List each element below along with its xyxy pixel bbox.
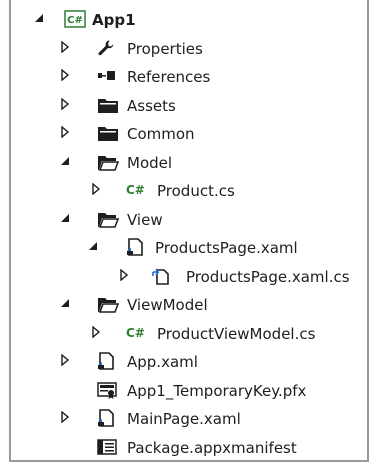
collapsed-arrow-icon[interactable] bbox=[90, 325, 104, 340]
tree-item-assets[interactable]: Assets bbox=[0, 92, 371, 121]
expanded-arrow-icon[interactable] bbox=[87, 240, 101, 254]
item-label: References bbox=[127, 68, 211, 86]
item-label: ProductViewModel.cs bbox=[157, 324, 316, 343]
tree-item-model[interactable]: Model bbox=[0, 149, 371, 178]
tree-item-productviewmodel-cs[interactable]: C# ProductViewModel.cs bbox=[0, 320, 371, 349]
folder-icon bbox=[97, 124, 119, 142]
item-label: Model bbox=[127, 153, 173, 172]
collapsed-arrow-icon[interactable] bbox=[59, 411, 73, 425]
expanded-arrow-icon[interactable] bbox=[33, 12, 47, 26]
tree-item-productspage-xaml-cs[interactable]: ProductsPage.xaml.cs bbox=[0, 263, 371, 292]
tree-item-productspage-xaml[interactable]: ProductsPage.xaml bbox=[0, 234, 371, 263]
expanded-arrow-icon[interactable] bbox=[59, 297, 73, 311]
collapsed-arrow-icon[interactable] bbox=[90, 183, 104, 197]
collapsed-arrow-icon[interactable] bbox=[59, 69, 73, 83]
tree-item-app1[interactable]: C# App1 bbox=[0, 6, 371, 35]
item-label: MainPage.xaml bbox=[127, 410, 241, 428]
item-label: Package.appxmanifest bbox=[127, 438, 297, 457]
solution-tree: C# App1 Properties References Assets Com… bbox=[0, 6, 371, 462]
collapsed-arrow-icon[interactable] bbox=[59, 97, 73, 112]
collapsed-arrow-icon[interactable] bbox=[118, 268, 132, 283]
svg-text:C#: C# bbox=[67, 15, 83, 26]
tree-item-package-appxmanifest[interactable]: Package.appxmanifest bbox=[0, 434, 371, 463]
tree-item-product-cs[interactable]: C# Product.cs bbox=[0, 177, 371, 206]
references-icon bbox=[97, 67, 115, 85]
xaml-file-icon bbox=[97, 409, 115, 427]
tree-item-common[interactable]: Common bbox=[0, 120, 371, 149]
item-label: ProductsPage.xaml bbox=[155, 239, 298, 257]
tree-item-app-xaml[interactable]: App.xaml bbox=[0, 348, 371, 377]
xaml-file-icon bbox=[97, 352, 115, 370]
folder-icon bbox=[97, 96, 119, 114]
item-label: Properties bbox=[127, 39, 203, 58]
tree-item-properties[interactable]: Properties bbox=[0, 35, 371, 64]
certificate-icon bbox=[97, 381, 117, 399]
tree-item-temporarykey-pfx[interactable]: App1_TemporaryKey.pfx bbox=[0, 377, 371, 406]
tree-item-viewmodel[interactable]: ViewModel bbox=[0, 291, 371, 320]
open-folder-icon bbox=[97, 153, 120, 171]
tree-item-references[interactable]: References bbox=[0, 63, 371, 92]
project-name: App1 bbox=[92, 11, 136, 29]
item-label: ProductsPage.xaml.cs bbox=[186, 267, 350, 286]
csharp-project-icon: C# bbox=[64, 10, 86, 28]
manifest-icon bbox=[97, 438, 117, 456]
tree-item-mainpage-xaml[interactable]: MainPage.xaml bbox=[0, 405, 371, 434]
csharp-file-icon: C# bbox=[126, 183, 145, 197]
collapsed-arrow-icon[interactable] bbox=[59, 354, 73, 368]
item-label: Assets bbox=[127, 96, 176, 115]
code-behind-file-icon bbox=[152, 267, 170, 285]
item-label: App.xaml bbox=[127, 353, 198, 371]
xaml-file-icon bbox=[126, 238, 144, 256]
wrench-icon bbox=[97, 39, 115, 57]
item-label: View bbox=[127, 210, 163, 229]
csharp-file-icon: C# bbox=[126, 325, 145, 340]
expanded-arrow-icon[interactable] bbox=[59, 212, 73, 226]
collapsed-arrow-icon[interactable] bbox=[59, 40, 73, 55]
tree-item-view[interactable]: View bbox=[0, 206, 371, 235]
item-label: Product.cs bbox=[157, 182, 235, 200]
item-label: ViewModel bbox=[127, 296, 208, 314]
collapsed-arrow-icon[interactable] bbox=[59, 126, 73, 140]
open-folder-icon bbox=[97, 210, 120, 228]
item-label: Common bbox=[127, 125, 195, 143]
open-folder-icon bbox=[97, 295, 120, 313]
item-label: App1_TemporaryKey.pfx bbox=[127, 381, 307, 400]
expanded-arrow-icon[interactable] bbox=[59, 155, 73, 169]
